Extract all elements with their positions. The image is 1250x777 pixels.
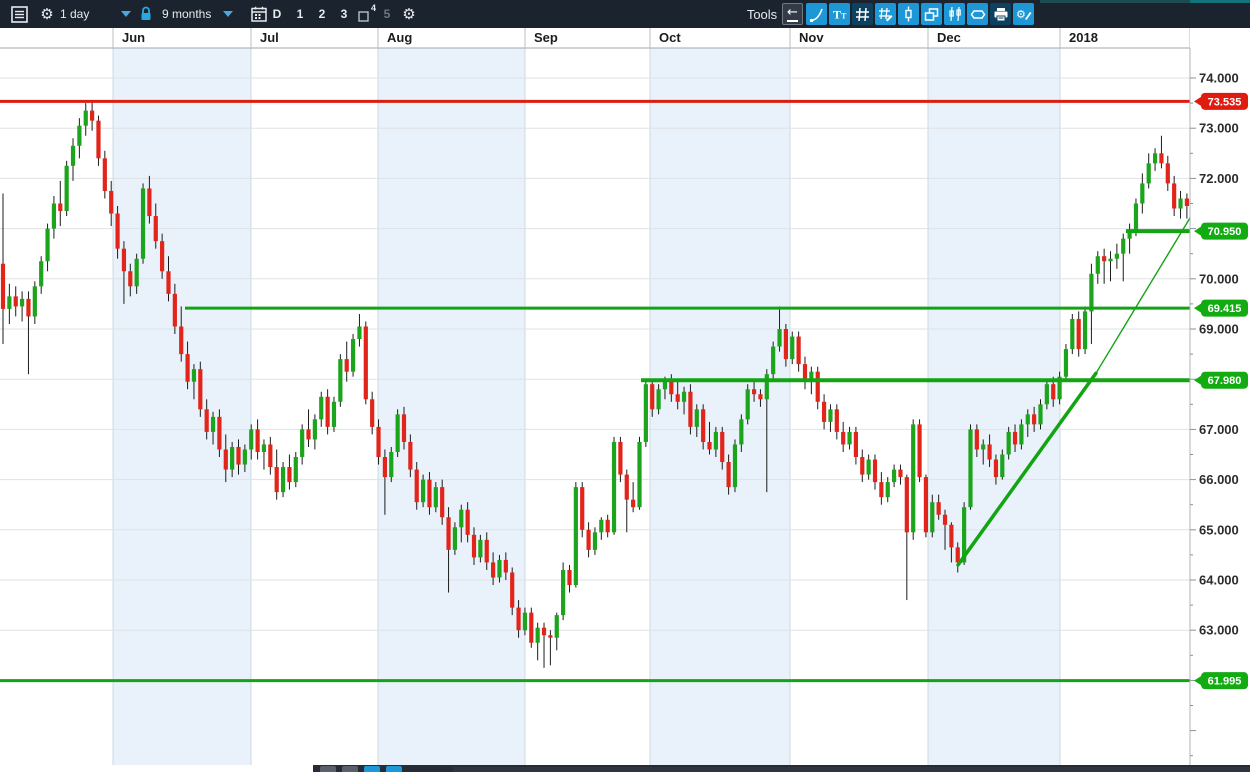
- month-label: Jun: [122, 30, 145, 45]
- axis-tick-label: 63.000: [1199, 623, 1239, 638]
- axis-tick-label: 73.000: [1199, 121, 1239, 136]
- month-band: [650, 48, 790, 765]
- price-axis[interactable]: [1190, 28, 1250, 772]
- month-label: Jul: [260, 30, 279, 45]
- eraser-tool-button[interactable]: [967, 3, 988, 25]
- drawing-settings-button[interactable]: ⚙: [1013, 3, 1034, 25]
- layout-5-button[interactable]: 5: [378, 3, 396, 25]
- lock-button[interactable]: [136, 3, 156, 25]
- axis-tick-label: 74.000: [1199, 71, 1239, 86]
- bottom-scrollbar[interactable]: [453, 767, 1250, 772]
- tools-label: Tools: [746, 6, 778, 22]
- svg-text:⚙: ⚙: [1016, 8, 1026, 21]
- month-label: 2018: [1069, 30, 1098, 45]
- month-label: Dec: [937, 30, 961, 45]
- eraser-icon: [970, 9, 985, 19]
- layout-1-button[interactable]: 1: [291, 3, 309, 25]
- svg-text:T: T: [841, 12, 847, 21]
- layers-icon: [924, 7, 939, 21]
- layout-3-button[interactable]: 3: [335, 3, 353, 25]
- axis-tick-label: 70.000: [1199, 271, 1239, 286]
- axis-tick-label: 66.000: [1199, 472, 1239, 487]
- range-value: 9 months: [162, 7, 212, 21]
- axis-tick-label: 67.000: [1199, 422, 1239, 437]
- list-icon: [10, 5, 28, 23]
- hatch-pencil-icon: [879, 7, 893, 21]
- bottom-toolbar: [313, 765, 1250, 772]
- window-edge-strip: [1040, 0, 1250, 3]
- axis-tick-label: 72.000: [1199, 171, 1239, 186]
- bottom-tool-button-1[interactable]: [320, 766, 336, 772]
- crosshair-tool-button[interactable]: [852, 3, 873, 25]
- price-badge-label: 70.950: [1208, 226, 1242, 238]
- month-band: [378, 48, 525, 765]
- period-value: 1 day: [60, 7, 90, 21]
- svg-text:T: T: [833, 8, 841, 22]
- quote-panel-button[interactable]: [8, 3, 30, 25]
- undo-button[interactable]: ←: [782, 3, 803, 25]
- month-label: Aug: [387, 30, 412, 45]
- trendline-tool-button[interactable]: [806, 3, 827, 25]
- layout-settings-button[interactable]: ⚙: [398, 3, 420, 25]
- month-header: [0, 28, 1250, 48]
- candlestick-tool-button[interactable]: [898, 3, 919, 25]
- bottom-tool-button-4[interactable]: [386, 766, 402, 772]
- calendar-button[interactable]: [248, 3, 270, 25]
- axis-tick-label: 69.000: [1199, 322, 1239, 337]
- chart-settings-button[interactable]: ⚙: [36, 3, 58, 25]
- candles-icon: [948, 6, 961, 22]
- gear-icon: ⚙: [40, 4, 54, 23]
- period-dropdown[interactable]: 1 day: [60, 3, 132, 25]
- pattern-tool-button[interactable]: [944, 3, 965, 25]
- month-band: [113, 48, 251, 765]
- price-badge-label: 69.415: [1208, 303, 1242, 315]
- lock-icon: [141, 6, 151, 20]
- month-label: Oct: [659, 30, 681, 45]
- layout-2-button[interactable]: 2: [313, 3, 331, 25]
- bottom-tool-button-2[interactable]: [342, 766, 358, 772]
- windows-tool-button[interactable]: [921, 3, 942, 25]
- curve-icon: [810, 8, 823, 22]
- chevron-down-icon: [121, 11, 132, 17]
- printer-icon: [994, 7, 1007, 21]
- layout-4-button[interactable]: 4: [356, 3, 376, 25]
- month-label: Sep: [534, 30, 558, 45]
- gear-icon: ⚙: [402, 4, 416, 23]
- price-badge-label: 67.980: [1208, 375, 1242, 387]
- panel-4-icon: 4: [358, 3, 376, 22]
- arrow-left-icon: ←: [787, 5, 798, 22]
- candle-icon: [905, 6, 912, 22]
- grid-crosshair-icon: [856, 7, 869, 21]
- draw-tool-button[interactable]: [875, 3, 896, 25]
- price-badge-label: 61.995: [1208, 676, 1242, 688]
- chart-canvas[interactable]: Jun Jul Aug Sep Oct Nov Dec 2018 74.000 73.000 72.…: [0, 28, 1250, 772]
- price-badge-label: 73.535: [1208, 96, 1242, 108]
- axis-tick-label: 64.000: [1199, 573, 1239, 588]
- text-icon: T T: [833, 8, 847, 22]
- calendar-icon: [251, 6, 267, 22]
- text-tool-button[interactable]: T T: [829, 3, 850, 25]
- chevron-down-icon: [223, 11, 234, 17]
- gear-pencil-icon: ⚙: [1016, 8, 1031, 21]
- layout-d-button[interactable]: D: [268, 3, 286, 25]
- month-label: Nov: [799, 30, 824, 45]
- range-dropdown[interactable]: 9 months: [162, 3, 242, 25]
- bottom-tool-button-3[interactable]: [364, 766, 380, 772]
- top-toolbar: ⚙ 1 day 9 months D 1 2 3 4 5 ⚙ Tools ← T…: [0, 0, 1250, 28]
- print-button[interactable]: [990, 3, 1011, 25]
- axis-tick-label: 65.000: [1199, 522, 1239, 537]
- chart-region: Jun Jul Aug Sep Oct Nov Dec 2018 74.000 73.000 72.…: [0, 28, 1250, 772]
